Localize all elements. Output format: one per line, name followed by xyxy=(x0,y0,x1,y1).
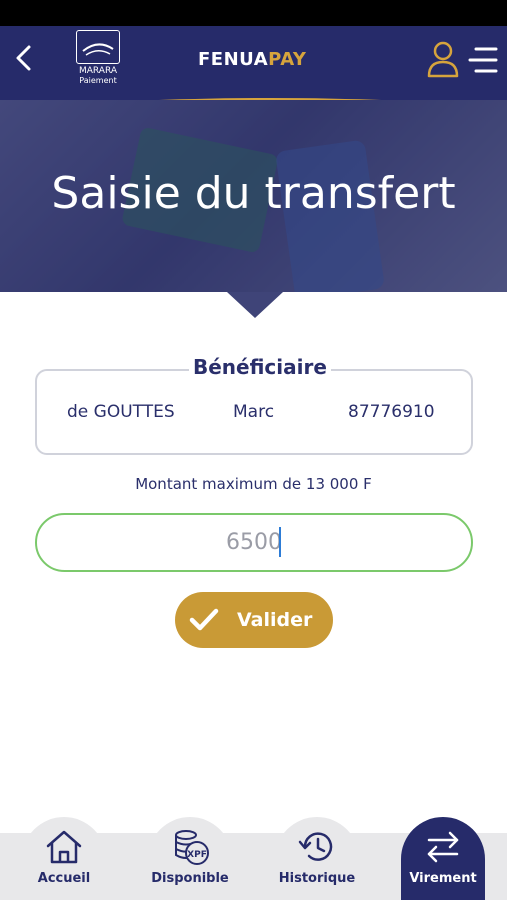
nav-item-virement[interactable]: Virement xyxy=(401,817,485,900)
validate-label: Valider xyxy=(237,609,313,631)
chevron-left-icon xyxy=(16,45,31,71)
page-title: Saisie du transfert xyxy=(51,168,456,219)
menu-button[interactable] xyxy=(466,44,498,76)
nav-item-accueil[interactable]: Accueil xyxy=(22,817,106,900)
max-amount-text: Montant maximum de 13 000 F xyxy=(135,475,372,493)
amount-input[interactable] xyxy=(35,513,473,572)
fenuapay-brand: FENUAPAY xyxy=(198,49,306,70)
logo-text-paiement: Paiement xyxy=(79,76,117,85)
logo-text-marara: MARARA xyxy=(78,66,117,76)
hero-banner: Saisie du transfert xyxy=(0,100,507,292)
nav-label: Historique xyxy=(278,871,356,886)
validate-button[interactable]: Valider xyxy=(175,592,333,648)
user-icon xyxy=(427,41,459,78)
beneficiary-first-name: Marc xyxy=(233,402,275,422)
logo-emblem xyxy=(76,30,120,64)
beneficiary-phone: 87776910 xyxy=(348,402,435,422)
hero-notch xyxy=(227,292,283,318)
nav-label: Disponible xyxy=(151,871,229,886)
nav-label: Accueil xyxy=(37,871,91,886)
user-account-button[interactable] xyxy=(426,40,460,78)
nav-item-disponible[interactable]: XPF Disponible xyxy=(148,817,232,900)
svg-text:XPF: XPF xyxy=(187,850,207,860)
text-caret xyxy=(279,527,281,557)
home-icon xyxy=(46,830,82,864)
brand-text-pay: PAY xyxy=(268,49,307,70)
hamburger-menu-icon xyxy=(468,47,498,73)
nav-label: Virement xyxy=(409,871,477,886)
checkmark-icon xyxy=(189,608,219,631)
app-header: MARARA Paiement FENUAPAY xyxy=(0,26,507,100)
beneficiary-last-name: de GOUTTES xyxy=(67,402,175,422)
status-bar xyxy=(0,0,507,26)
history-icon xyxy=(298,832,333,861)
beneficiary-legend: Bénéficiaire xyxy=(189,355,331,379)
transfer-arrows-icon xyxy=(427,831,459,863)
nav-item-historique[interactable]: Historique xyxy=(275,817,359,900)
brand-text-fenua: FENUA xyxy=(198,49,269,70)
back-button[interactable] xyxy=(10,42,38,74)
marara-logo: MARARA Paiement xyxy=(72,30,124,90)
coins-xpf-icon: XPF xyxy=(175,830,209,865)
